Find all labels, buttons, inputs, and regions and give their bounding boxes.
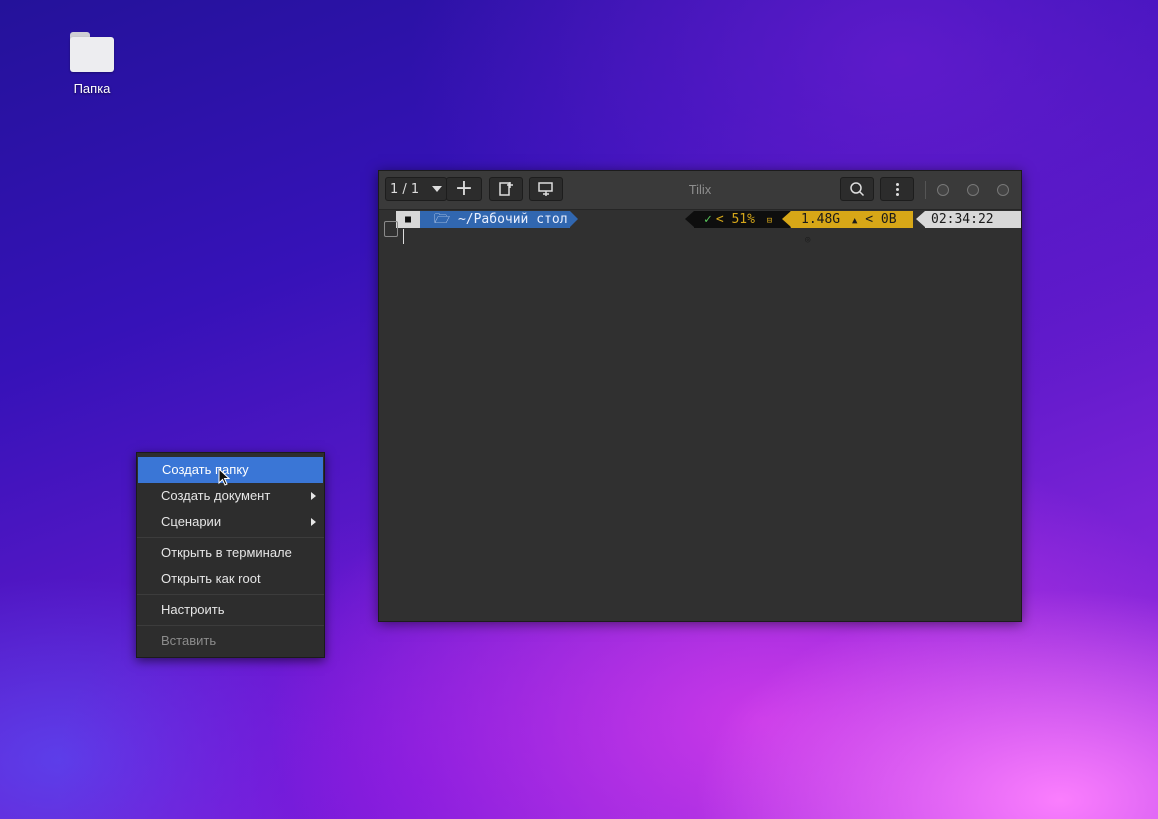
menu-separator [137,625,324,626]
shell-prompt: ■ 🗁 ~/Рабочий стол ✓ < 51% ⊟ 1.48G ▲ < 0B… [379,211,1021,245]
minimize-button[interactable] [937,184,949,196]
prompt-status-segment: ✓ < 51% ⊟ [694,211,790,228]
maximize-button[interactable] [967,184,979,196]
chevron-right-icon [311,492,316,500]
terminal-window[interactable]: 1 / 1 + Tilix ■ 🗁 ~/Рабочий стол ✓ < 51%… [378,170,1022,622]
menu-separator [137,594,324,595]
prompt-resource-segment: 1.48G ▲ < 0B ◎ [791,211,913,245]
chevron-right-icon [311,518,316,526]
desktop-icon-label: Папка [73,81,111,96]
prompt-time-segment: 02:34:22 [925,211,1021,228]
search-button[interactable] [840,177,874,201]
desktop-icon-folder[interactable]: Папка [58,28,126,96]
memory-usage: 1.48G [801,212,841,227]
menu-item-open-in-terminal[interactable]: Открыть в терминале [137,540,324,566]
terminal-titlebar[interactable]: 1 / 1 + Tilix [379,171,1021,210]
menu-item-create-document[interactable]: Создать документ [137,483,324,509]
check-icon: ✓ [704,212,712,227]
text-cursor [403,229,404,244]
folder-icon [70,32,114,72]
menu-button[interactable] [880,177,914,201]
menu-item-scripts[interactable]: Сценарии [137,509,324,535]
menu-item-open-as-root[interactable]: Открыть как root [137,566,324,592]
battery-level: 51% [731,212,755,227]
kebab-menu-icon [895,182,899,186]
search-icon [850,182,865,197]
terminal-checkbox-icon [384,221,398,237]
mouse-pointer-icon [218,468,230,486]
desktop-context-menu[interactable]: Создать папку Создать документ Сценарии … [136,452,325,658]
prompt-path-segment: 🗁 ~/Рабочий стол [420,211,570,228]
close-button[interactable] [997,184,1009,196]
prompt-host-segment: ■ [396,211,420,228]
disk-usage: 0B [880,212,897,227]
memory-icon: ▲ [851,216,858,226]
disk-icon: ◎ [805,235,811,245]
menu-item-paste: Вставить [161,633,217,648]
battery-icon: ⊟ [766,216,773,226]
menu-item-create-folder[interactable]: Создать папку [138,457,323,483]
menu-item-configure[interactable]: Настроить [137,597,324,623]
menu-separator [137,537,324,538]
titlebar-separator [925,181,926,199]
